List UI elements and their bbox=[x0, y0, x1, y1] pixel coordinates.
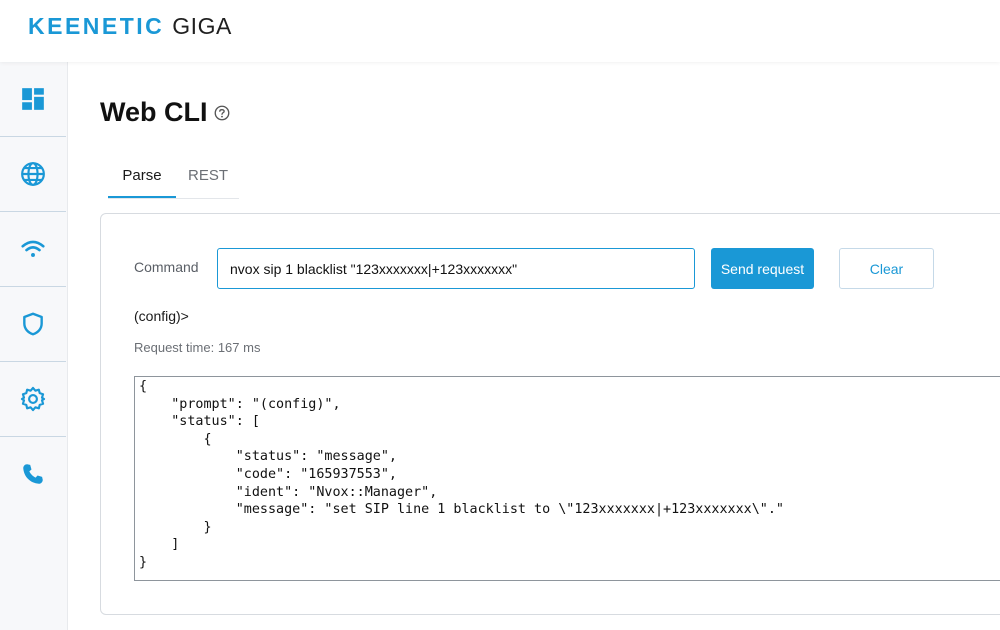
phone-icon bbox=[23, 464, 43, 484]
sidebar bbox=[0, 62, 68, 630]
page-title: Web CLI bbox=[100, 97, 208, 127]
help-circle-icon[interactable] bbox=[213, 104, 231, 122]
gear-icon bbox=[20, 386, 46, 412]
request-time-label: Request time: bbox=[134, 340, 215, 355]
request-time-value: 167 ms bbox=[217, 340, 261, 355]
brand-name: KEENETIC bbox=[28, 13, 165, 39]
tab-rest[interactable]: REST bbox=[188, 160, 228, 196]
sidebar-item-settings[interactable] bbox=[0, 362, 66, 437]
sidebar-item-wifi[interactable] bbox=[0, 212, 66, 287]
response-output[interactable]: { "prompt": "(config)", "status": [ { "s… bbox=[134, 376, 1000, 581]
tab-parse[interactable]: Parse bbox=[108, 160, 176, 198]
wifi-icon bbox=[21, 240, 45, 257]
command-label: Command bbox=[134, 259, 199, 275]
dashboard-icon bbox=[22, 88, 44, 110]
shield-icon bbox=[23, 312, 43, 336]
sidebar-item-security[interactable] bbox=[0, 287, 66, 362]
request-time: Request time: 167 ms bbox=[134, 340, 260, 355]
sidebar-item-internet[interactable] bbox=[0, 137, 66, 212]
model-name: GIGA bbox=[172, 13, 232, 39]
clear-button[interactable]: Clear bbox=[839, 248, 934, 289]
cli-prompt: (config)> bbox=[134, 308, 189, 324]
command-input[interactable] bbox=[217, 248, 695, 289]
logo: KEENETIC GIGA bbox=[28, 14, 232, 38]
sidebar-item-telephony[interactable] bbox=[0, 437, 66, 511]
top-bar: KEENETIC GIGA bbox=[0, 0, 1000, 62]
tab-bar: Parse REST bbox=[108, 160, 239, 199]
globe-icon bbox=[21, 162, 45, 186]
send-request-button[interactable]: Send request bbox=[711, 248, 814, 289]
sidebar-item-dashboard[interactable] bbox=[0, 62, 66, 137]
